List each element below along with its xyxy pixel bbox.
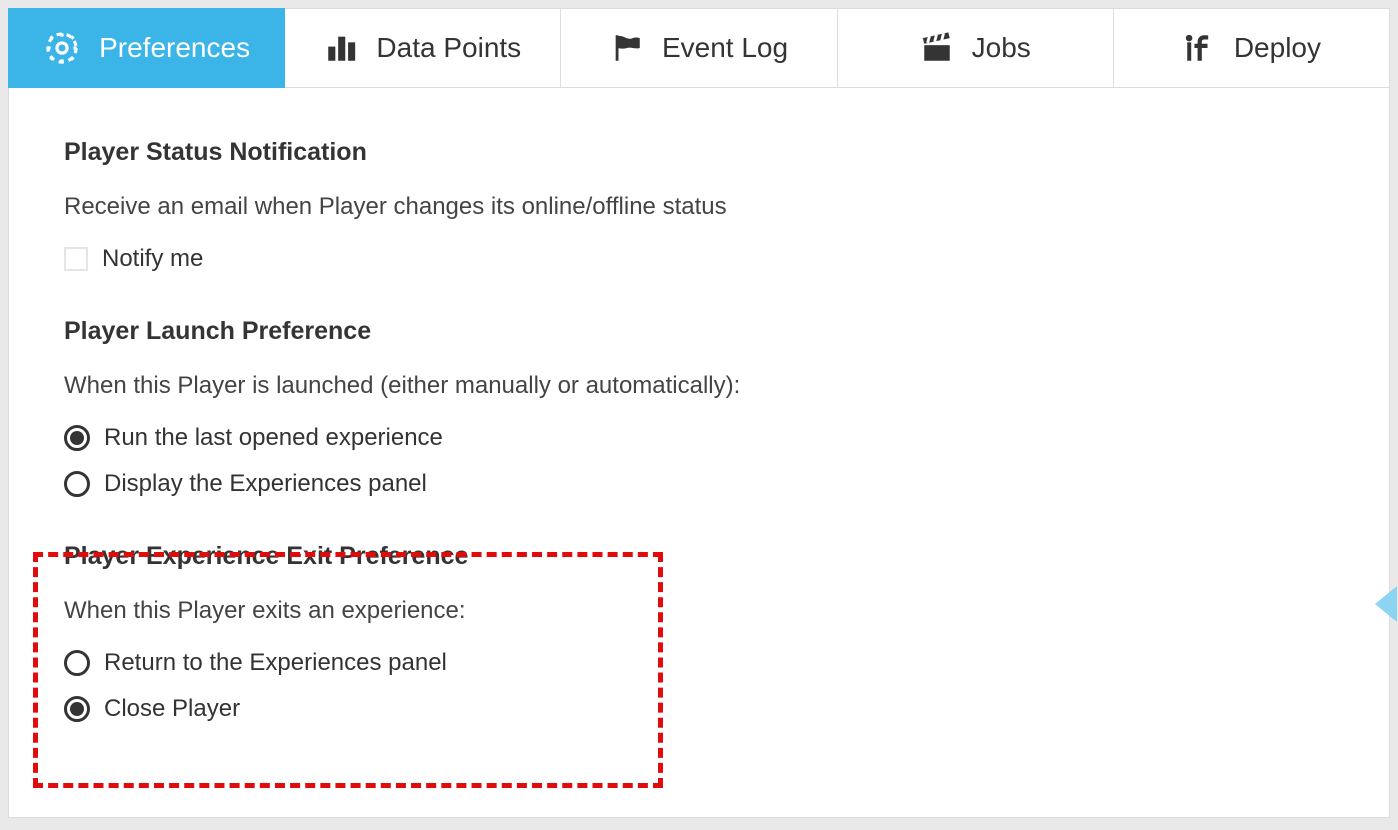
radio-label: Run the last opened experience	[104, 424, 443, 452]
tab-data-points[interactable]: Data Points	[285, 8, 561, 88]
section-desc: When this Player is launched (either man…	[64, 372, 1334, 400]
exit-option-radio-0[interactable]	[64, 650, 90, 676]
exit-option-radio-1[interactable]	[64, 696, 90, 722]
radio-label: Return to the Experiences panel	[104, 649, 447, 677]
clapper-icon	[920, 31, 954, 65]
tab-label: Preferences	[99, 32, 250, 64]
checkbox-label: Notify me	[102, 245, 203, 273]
section-title: Player Experience Exit Preference	[64, 542, 1334, 571]
tab-label: Deploy	[1234, 32, 1321, 64]
tab-label: Jobs	[972, 32, 1031, 64]
bars-icon	[324, 31, 358, 65]
edge-tab-handle[interactable]	[1375, 586, 1397, 622]
section-title: Player Status Notification	[64, 138, 1334, 167]
preferences-panel: Player Status Notification Receive an em…	[8, 88, 1390, 818]
section-desc: When this Player exits an experience:	[64, 597, 1334, 625]
tab-jobs[interactable]: Jobs	[838, 8, 1114, 88]
notify-me-checkbox[interactable]	[64, 247, 88, 271]
tab-deploy[interactable]: Deploy	[1114, 8, 1390, 88]
section-exit-preference: Player Experience Exit Preference When t…	[64, 542, 1334, 723]
tab-label: Event Log	[662, 32, 788, 64]
tab-strip: Preferences Data Points Event Log	[8, 8, 1390, 88]
section-status-notification: Player Status Notification Receive an em…	[64, 138, 1334, 273]
tab-label: Data Points	[376, 32, 521, 64]
section-launch-preference: Player Launch Preference When this Playe…	[64, 317, 1334, 498]
tab-preferences[interactable]: Preferences	[8, 8, 285, 88]
launch-option-radio-0[interactable]	[64, 425, 90, 451]
flag-icon	[610, 31, 644, 65]
radio-label: Display the Experiences panel	[104, 470, 427, 498]
gear-icon	[43, 29, 81, 67]
section-desc: Receive an email when Player changes its…	[64, 193, 1334, 221]
launch-option-radio-1[interactable]	[64, 471, 90, 497]
radio-label: Close Player	[104, 695, 240, 723]
tab-event-log[interactable]: Event Log	[561, 8, 837, 88]
section-title: Player Launch Preference	[64, 317, 1334, 346]
if-icon	[1182, 31, 1216, 65]
